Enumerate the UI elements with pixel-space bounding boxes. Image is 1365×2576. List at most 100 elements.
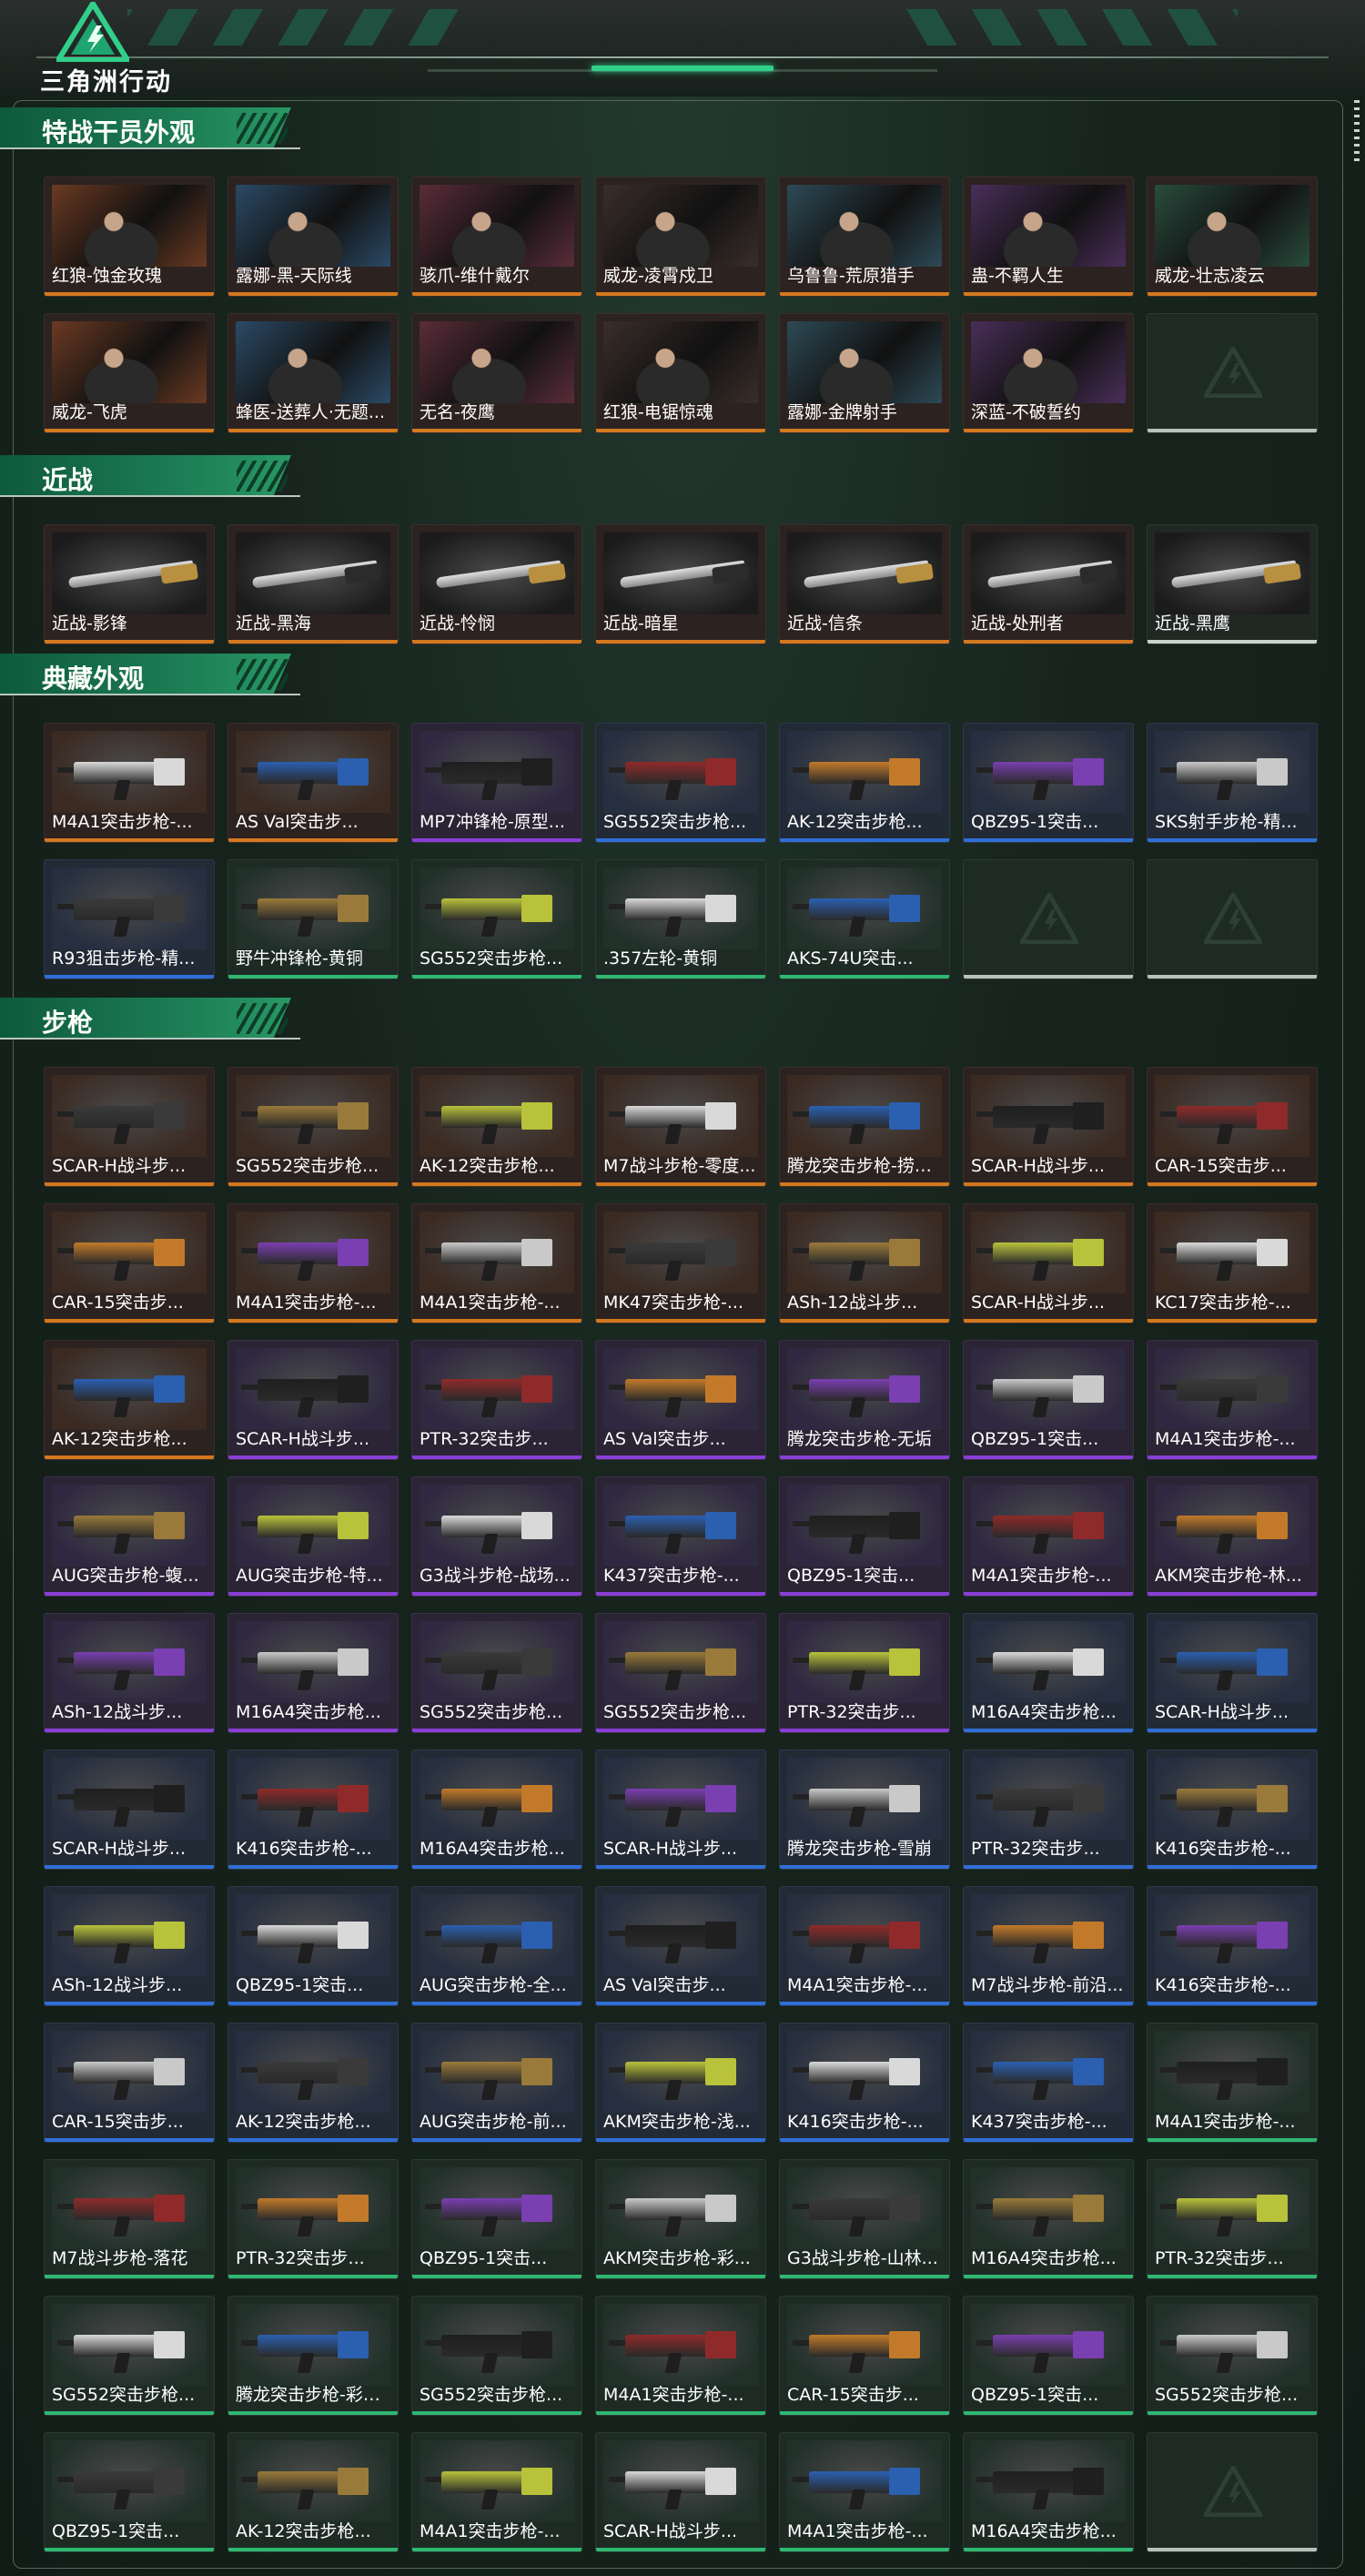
item-card[interactable]: 近战-影锋 xyxy=(44,524,215,644)
item-card[interactable]: QBZ95-1突击... xyxy=(963,723,1134,843)
item-card[interactable]: M16A4突击步枪... xyxy=(228,1613,399,1733)
item-card[interactable]: CAR-15突击步... xyxy=(1147,1067,1318,1187)
item-card[interactable]: M4A1突击步枪-... xyxy=(44,723,215,843)
item-card[interactable]: AK-12突击步枪... xyxy=(779,723,950,843)
item-card[interactable]: M7战斗步枪-前沿... xyxy=(963,1886,1134,2006)
item-card[interactable]: M4A1突击步枪-... xyxy=(779,1886,950,2006)
item-card[interactable]: AKM突击步枪-浅... xyxy=(595,2023,766,2143)
item-card[interactable]: SCAR-H战斗步... xyxy=(44,1067,215,1187)
item-card[interactable]: M4A1突击步枪-... xyxy=(963,1476,1134,1597)
item-card[interactable]: SG552突击步枪... xyxy=(228,1067,399,1187)
item-card[interactable]: 深蓝-不破誓约 xyxy=(963,313,1134,433)
item-card[interactable]: M7战斗步枪-落花 xyxy=(44,2159,215,2279)
item-card[interactable]: K416突击步枪-... xyxy=(779,2023,950,2143)
item-card[interactable]: M4A1突击步枪-... xyxy=(595,2296,766,2416)
item-card[interactable]: AK-12突击步枪... xyxy=(228,2023,399,2143)
item-card[interactable]: AKM突击步枪-彩... xyxy=(595,2159,766,2279)
item-card[interactable]: SCAR-H战斗步... xyxy=(595,2432,766,2552)
item-card[interactable]: 近战-怜悯 xyxy=(411,524,582,644)
item-card[interactable]: SG552突击步枪... xyxy=(1147,2296,1318,2416)
item-card[interactable]: AUG突击步枪-特... xyxy=(228,1476,399,1597)
item-card[interactable]: M4A1突击步枪-... xyxy=(228,1203,399,1323)
item-card[interactable]: M4A1突击步枪-... xyxy=(779,2432,950,2552)
item-card[interactable]: 红狼-蚀金玫瑰 xyxy=(44,177,215,297)
item-card[interactable]: K437突击步枪-... xyxy=(963,2023,1134,2143)
item-card[interactable]: QBZ95-1突击... xyxy=(779,1476,950,1597)
item-card[interactable]: K416突击步枪-... xyxy=(228,1749,399,1870)
item-card[interactable]: QBZ95-1突击... xyxy=(963,2296,1134,2416)
item-card[interactable]: SG552突击步枪... xyxy=(411,1613,582,1733)
item-card[interactable]: M16A4突击步枪... xyxy=(963,2432,1134,2552)
item-card[interactable]: K416突击步枪-... xyxy=(1147,1749,1318,1870)
item-card[interactable]: 近战-暗星 xyxy=(595,524,766,644)
item-card[interactable]: M4A1突击步枪-... xyxy=(1147,2023,1318,2143)
item-card[interactable]: MP7冲锋枪-原型... xyxy=(411,723,582,843)
item-card[interactable]: 蛊-不羁人生 xyxy=(963,177,1134,297)
item-card[interactable]: M4A1突击步枪-... xyxy=(411,1203,582,1323)
item-card[interactable]: PTR-32突击步... xyxy=(963,1749,1134,1870)
item-card[interactable]: 威龙-壮志凌云 xyxy=(1147,177,1318,297)
item-card[interactable]: 腾龙突击步枪-无垢 xyxy=(779,1340,950,1460)
item-card[interactable]: SCAR-H战斗步... xyxy=(228,1340,399,1460)
item-card[interactable]: PTR-32突击步... xyxy=(1147,2159,1318,2279)
item-card[interactable]: 近战-黑海 xyxy=(228,524,399,644)
item-card[interactable]: 近战-黑鹰 xyxy=(1147,524,1318,644)
item-card[interactable]: ASh-12战斗步... xyxy=(44,1613,215,1733)
item-card[interactable]: SCAR-H战斗步... xyxy=(963,1067,1134,1187)
item-card[interactable]: CAR-15突击步... xyxy=(44,1203,215,1323)
item-card[interactable]: 近战-信条 xyxy=(779,524,950,644)
item-card[interactable]: PTR-32突击步... xyxy=(779,1613,950,1733)
item-card[interactable]: SG552突击步枪... xyxy=(411,859,582,979)
item-card[interactable]: AS Val突击步... xyxy=(595,1886,766,2006)
item-card[interactable]: 腾龙突击步枪-彩墨... xyxy=(228,2296,399,2416)
item-card[interactable]: 露娜-金牌射手 xyxy=(779,313,950,433)
item-card[interactable]: KC17突击步枪-... xyxy=(1147,1203,1318,1323)
item-card[interactable]: AK-12突击步枪... xyxy=(228,2432,399,2552)
item-card[interactable]: AK-12突击步枪... xyxy=(411,1067,582,1187)
item-card[interactable]: 露娜-黑-天际线 xyxy=(228,177,399,297)
item-card[interactable]: CAR-15突击步... xyxy=(44,2023,215,2143)
item-card[interactable]: AKM突击步枪-林... xyxy=(1147,1476,1318,1597)
item-card[interactable]: SKS射手步枪-精... xyxy=(1147,723,1318,843)
item-card[interactable]: 威龙-飞虎 xyxy=(44,313,215,433)
item-card[interactable]: G3战斗步枪-山林... xyxy=(779,2159,950,2279)
item-card[interactable]: ASh-12战斗步... xyxy=(779,1203,950,1323)
item-card[interactable]: M16A4突击步枪... xyxy=(963,2159,1134,2279)
item-card[interactable]: K416突击步枪-... xyxy=(1147,1886,1318,2006)
item-card[interactable]: SCAR-H战斗步... xyxy=(44,1749,215,1870)
item-card[interactable]: SG552突击步枪... xyxy=(595,723,766,843)
item-card[interactable]: 威龙-凌霄戍卫 xyxy=(595,177,766,297)
item-card[interactable]: 近战-处刑者 xyxy=(963,524,1134,644)
scroll-indicator[interactable] xyxy=(1354,100,1360,164)
item-card[interactable]: QBZ95-1突击... xyxy=(44,2432,215,2552)
item-card[interactable]: PTR-32突击步... xyxy=(228,2159,399,2279)
item-card[interactable]: M16A4突击步枪... xyxy=(411,1749,582,1870)
item-card[interactable]: 腾龙突击步枪-雪崩 xyxy=(779,1749,950,1870)
item-card[interactable]: MK47突击步枪-... xyxy=(595,1203,766,1323)
item-card[interactable]: AUG突击步枪-蝮... xyxy=(44,1476,215,1597)
item-card[interactable]: SCAR-H战斗步... xyxy=(963,1203,1134,1323)
item-card[interactable]: PTR-32突击步... xyxy=(411,1340,582,1460)
item-card[interactable]: AUG突击步枪-前... xyxy=(411,2023,582,2143)
item-card[interactable]: AK-12突击步枪... xyxy=(44,1340,215,1460)
item-card[interactable]: QBZ95-1突击... xyxy=(963,1340,1134,1460)
item-card[interactable]: G3战斗步枪-战场... xyxy=(411,1476,582,1597)
item-card[interactable]: AKS-74U突击... xyxy=(779,859,950,979)
item-card[interactable]: 红狼-电锯惊魂 xyxy=(595,313,766,433)
item-card[interactable]: K437突击步枪-... xyxy=(595,1476,766,1597)
item-card[interactable]: QBZ95-1突击... xyxy=(411,2159,582,2279)
item-card[interactable]: M16A4突击步枪... xyxy=(963,1613,1134,1733)
item-card[interactable]: R93狙击步枪-精... xyxy=(44,859,215,979)
item-card[interactable]: ASh-12战斗步... xyxy=(44,1886,215,2006)
item-card[interactable]: M4A1突击步枪-... xyxy=(411,2432,582,2552)
item-card[interactable]: AS Val突击步... xyxy=(228,723,399,843)
item-card[interactable]: SG552突击步枪... xyxy=(411,2296,582,2416)
item-card[interactable]: M7战斗步枪-零度... xyxy=(595,1067,766,1187)
item-card[interactable]: 蜂医-送葬人·无题... xyxy=(228,313,399,433)
item-card[interactable]: 无名-夜鹰 xyxy=(411,313,582,433)
item-card[interactable]: SG552突击步枪... xyxy=(44,2296,215,2416)
item-card[interactable]: QBZ95-1突击... xyxy=(228,1886,399,2006)
item-card[interactable]: M4A1突击步枪-... xyxy=(1147,1340,1318,1460)
item-card[interactable]: .357左轮-黄铜 xyxy=(595,859,766,979)
item-card[interactable]: AS Val突击步... xyxy=(595,1340,766,1460)
